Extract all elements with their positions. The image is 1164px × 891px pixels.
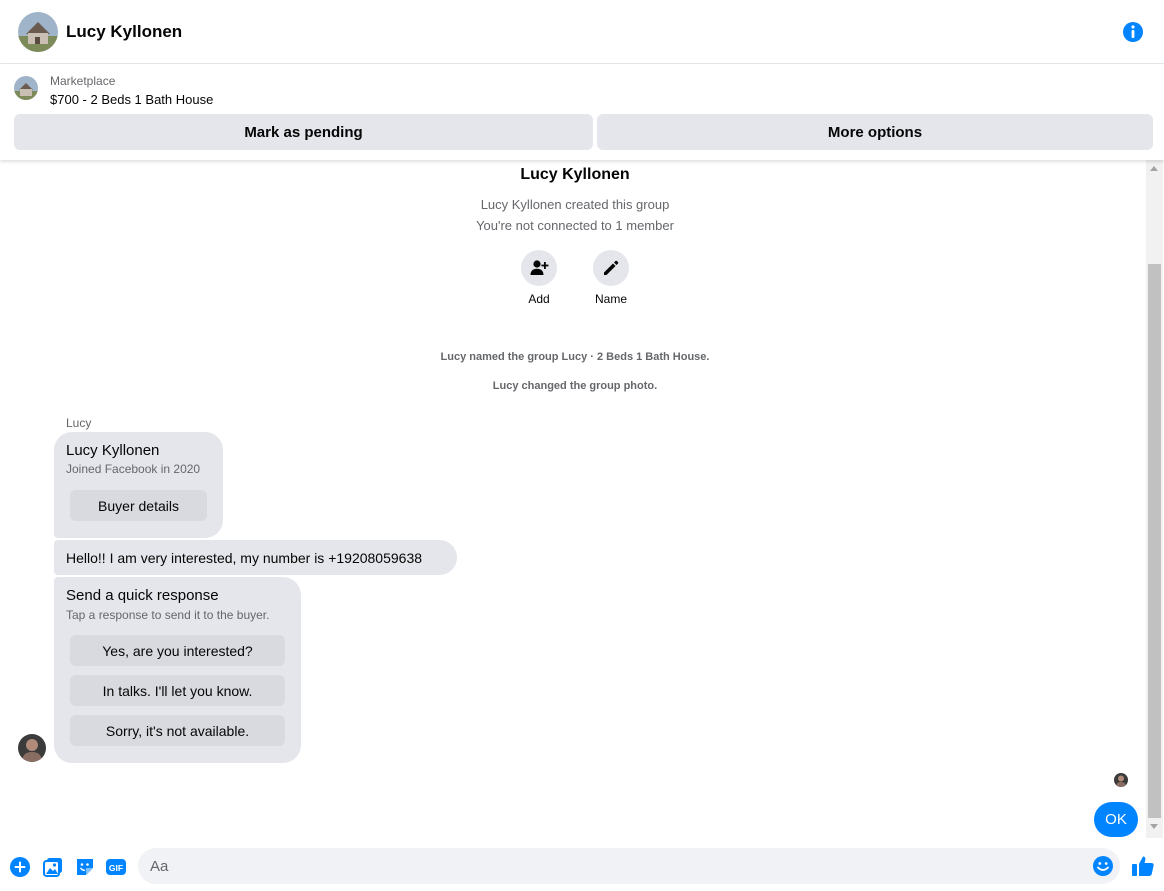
photo-icon[interactable] [42, 856, 64, 878]
thumbs-up-icon[interactable] [1131, 854, 1155, 878]
listing-title[interactable]: $700 - 2 Beds 1 Bath House [50, 92, 213, 107]
message-input[interactable] [138, 848, 1120, 884]
sticker-icon[interactable] [74, 856, 96, 878]
buyer-avatar[interactable] [18, 734, 46, 762]
buyer-name: Lucy Kyllonen [66, 442, 160, 459]
buyer-profile-card: Lucy Kyllonen Joined Facebook in 2020 Bu… [54, 432, 223, 538]
sender-name: Lucy [66, 416, 92, 430]
plus-icon[interactable] [9, 856, 31, 878]
gif-icon[interactable]: GIF [105, 856, 127, 878]
add-person-icon[interactable] [521, 250, 557, 286]
listing-thumbnail[interactable] [14, 76, 38, 100]
conversation-header: Lucy Kyllonen [0, 0, 1164, 64]
quick-response-title: Send a quick response [66, 587, 219, 604]
info-icon[interactable] [1122, 21, 1144, 43]
system-message: Lucy named the group Lucy · 2 Beds 1 Bat… [440, 351, 710, 363]
system-message: Lucy changed the group photo. [492, 380, 658, 392]
outgoing-message[interactable]: OK [1094, 802, 1138, 837]
group-created-line: Lucy Kyllonen created this group [480, 197, 670, 212]
thread-scrollbar[interactable] [1146, 160, 1163, 838]
pencil-icon[interactable] [593, 250, 629, 286]
seen-receipt-avatar [1114, 773, 1128, 787]
quick-response-option[interactable]: Sorry, it's not available. [70, 715, 285, 746]
scroll-thumb[interactable] [1148, 264, 1161, 818]
emoji-icon[interactable] [1092, 855, 1114, 877]
mark-as-pending-button[interactable]: Mark as pending [14, 114, 593, 150]
message-thread: Lucy Kyllonen Lucy Kyllonen created this… [0, 160, 1146, 838]
add-member-action[interactable]: Add [509, 250, 569, 306]
conversation-title[interactable]: Lucy Kyllonen [66, 22, 182, 42]
scroll-down-arrow[interactable] [1150, 824, 1158, 829]
listing-kind: Marketplace [50, 74, 116, 88]
connection-line: You're not connected to 1 member [476, 218, 674, 233]
quick-response-option[interactable]: Yes, are you interested? [70, 635, 285, 666]
marketplace-listing-bar: Marketplace $700 - 2 Beds 1 Bath House M… [0, 64, 1164, 160]
group-avatar[interactable] [18, 12, 58, 52]
buyer-details-button[interactable]: Buyer details [70, 490, 207, 521]
message-composer: GIF [0, 843, 1164, 891]
group-name: Lucy Kyllonen [520, 166, 630, 183]
quick-response-subtitle: Tap a response to send it to the buyer. [66, 608, 270, 622]
quick-response-option[interactable]: In talks. I'll let you know. [70, 675, 285, 706]
quick-response-card: Send a quick response Tap a response to … [54, 577, 301, 763]
name-label: Name [594, 292, 627, 306]
buyer-joined: Joined Facebook in 2020 [66, 462, 201, 476]
add-label: Add [528, 292, 550, 306]
incoming-message[interactable]: Hello!! I am very interested, my number … [54, 540, 457, 575]
scroll-up-arrow[interactable] [1150, 166, 1158, 171]
name-group-action[interactable]: Name [581, 250, 641, 306]
svg-text:GIF: GIF [109, 863, 123, 873]
more-options-button[interactable]: More options [597, 114, 1153, 150]
